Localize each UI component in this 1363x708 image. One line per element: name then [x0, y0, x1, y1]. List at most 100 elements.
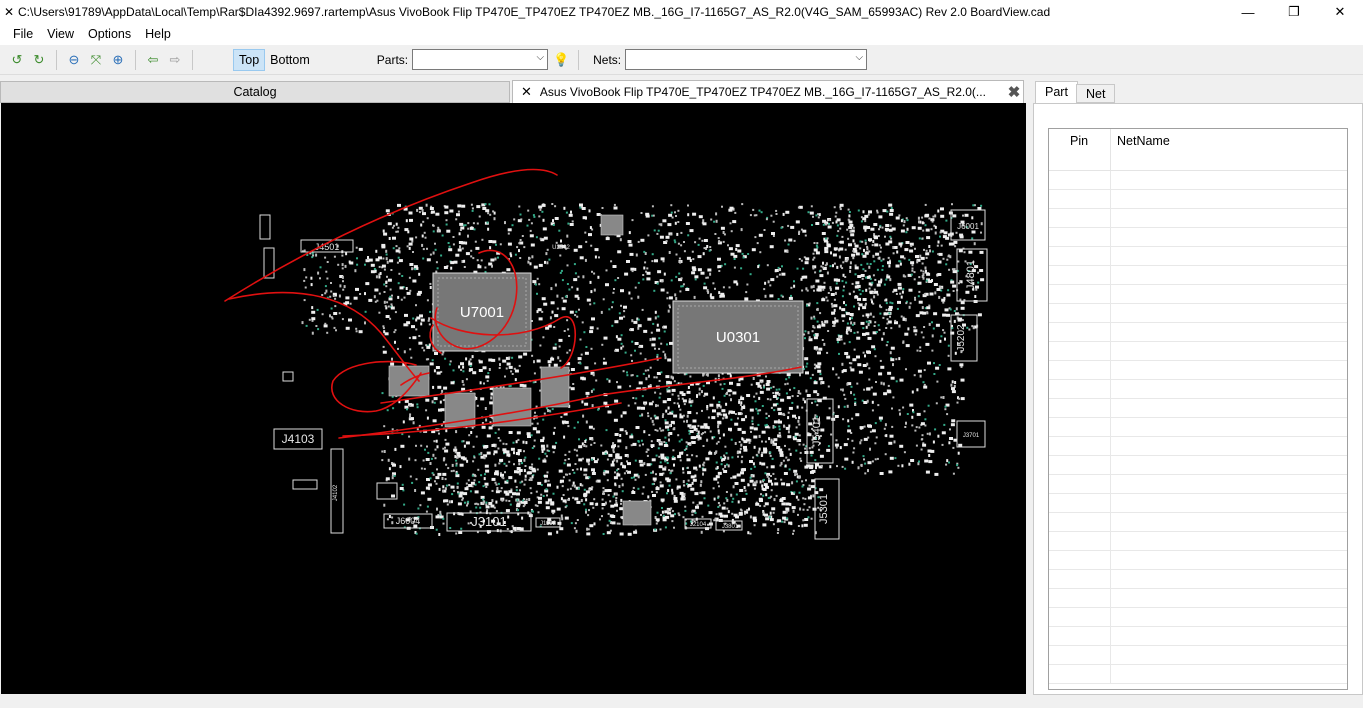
minimize-button[interactable]: —	[1225, 0, 1271, 24]
pad	[508, 460, 511, 463]
pin-net-grid[interactable]: Pin NetName	[1048, 128, 1348, 690]
pad	[796, 405, 799, 409]
pad	[667, 433, 670, 437]
pad	[629, 328, 631, 331]
pad	[635, 253, 638, 257]
pad	[867, 469, 869, 473]
pad	[679, 408, 682, 411]
pad	[552, 451, 555, 454]
pad	[560, 239, 562, 243]
pad	[554, 205, 557, 208]
tab-net[interactable]: Net	[1076, 84, 1116, 103]
pad	[825, 223, 827, 226]
pad	[862, 254, 867, 258]
pad	[770, 214, 773, 217]
pad	[671, 510, 674, 513]
pad	[901, 464, 904, 468]
bottom-side-button[interactable]: Bottom	[265, 49, 315, 71]
pad	[905, 344, 910, 348]
pad	[608, 519, 611, 522]
pad	[452, 243, 455, 246]
pad	[698, 501, 703, 505]
pad	[716, 466, 719, 469]
pad	[963, 251, 966, 254]
pad	[625, 446, 628, 450]
pad	[533, 265, 538, 269]
tab-boardview-document[interactable]: ✕ Asus VivoBook Flip TP470E_TP470EZ TP47…	[512, 80, 1024, 103]
forward-arrow-icon[interactable]: ⇨	[164, 49, 186, 71]
pad	[589, 524, 594, 528]
back-arrow-icon[interactable]: ⇦	[142, 49, 164, 71]
pad	[753, 519, 757, 523]
column-header-pin[interactable]: Pin	[1049, 129, 1111, 170]
menu-options[interactable]: Options	[81, 24, 138, 45]
pad	[762, 523, 767, 527]
pad	[736, 473, 741, 477]
pad	[888, 441, 893, 445]
tab-catalog[interactable]: Catalog	[0, 81, 510, 103]
pad	[911, 424, 914, 427]
pad	[324, 285, 327, 288]
pad	[853, 393, 856, 396]
pad	[640, 212, 643, 214]
pad	[616, 381, 618, 384]
pad	[800, 259, 803, 262]
pad	[737, 249, 742, 253]
pad	[643, 266, 646, 270]
menu-help[interactable]: Help	[138, 24, 178, 45]
pad	[437, 229, 440, 232]
pad	[485, 505, 490, 509]
pad	[630, 297, 633, 300]
pad	[779, 453, 784, 457]
pad	[918, 460, 920, 463]
pad	[878, 416, 883, 420]
rotate-right-icon[interactable]: ↻	[28, 49, 50, 71]
pad	[706, 405, 709, 408]
pad	[519, 257, 522, 259]
pad	[811, 373, 814, 376]
close-button[interactable]: ✕	[1317, 0, 1363, 24]
pad	[458, 494, 463, 498]
zoom-out-icon[interactable]: ⊖	[63, 49, 85, 71]
parts-combo[interactable]: ⌵	[412, 49, 549, 70]
pad	[774, 269, 779, 272]
menu-view[interactable]: View	[40, 24, 81, 45]
pad	[790, 286, 793, 289]
pad	[786, 373, 791, 377]
nets-combo[interactable]: ⌵	[625, 49, 868, 70]
zoom-in-icon[interactable]: ⊕	[107, 49, 129, 71]
pad	[409, 415, 411, 419]
pad	[671, 410, 674, 413]
pad	[484, 464, 489, 468]
board-canvas[interactable]: U7001 U0301 J4501 J4103 J6004 J3101 J600…	[1, 103, 1026, 694]
pad	[921, 262, 924, 265]
pad	[829, 288, 832, 292]
pad	[899, 378, 904, 382]
pad	[403, 296, 406, 299]
pad	[934, 291, 937, 295]
maximize-button[interactable]: ❐	[1271, 0, 1317, 24]
zoom-fit-icon[interactable]: ⤧	[85, 49, 107, 71]
close-tab-icon[interactable]: ✖	[1005, 83, 1023, 101]
pad	[436, 371, 441, 375]
top-side-button[interactable]: Top	[233, 48, 266, 71]
pad	[775, 494, 778, 497]
pad	[809, 211, 814, 215]
pad	[812, 252, 815, 255]
tab-part[interactable]: Part	[1035, 81, 1078, 104]
rotate-left-icon[interactable]: ↺	[6, 49, 28, 71]
pad	[844, 259, 847, 262]
pad	[442, 447, 445, 450]
menu-file[interactable]: File	[6, 24, 40, 45]
pad	[859, 426, 864, 430]
pad	[364, 321, 366, 325]
pad	[787, 430, 790, 434]
pad	[691, 271, 696, 275]
pad	[694, 492, 699, 496]
lightbulb-icon[interactable]: 💡	[550, 49, 572, 71]
pad	[835, 439, 838, 442]
pad	[759, 504, 762, 507]
pad	[722, 433, 725, 437]
pad	[871, 281, 874, 284]
column-header-netname[interactable]: NetName	[1111, 129, 1170, 170]
